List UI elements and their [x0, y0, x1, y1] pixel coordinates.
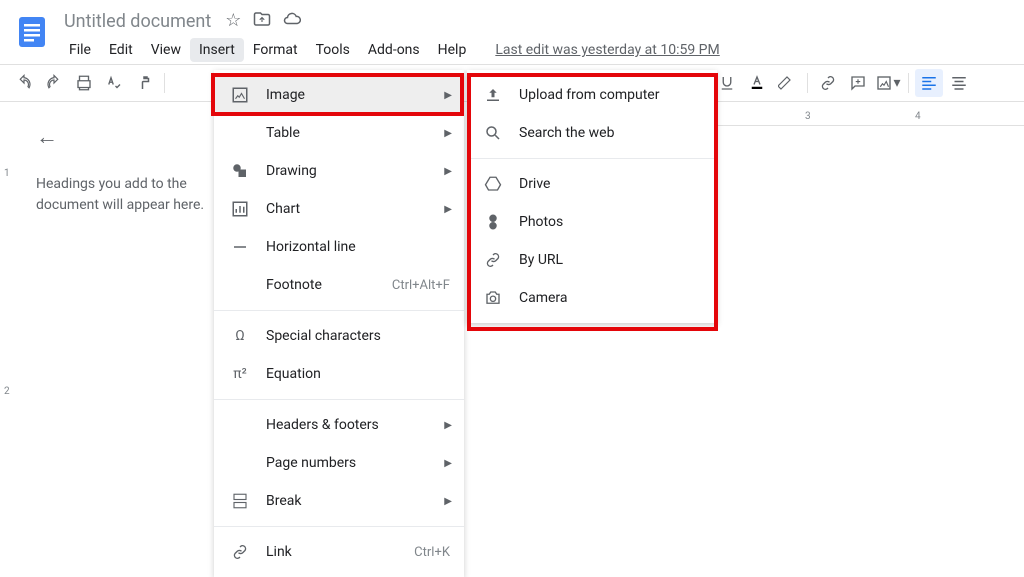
- label: Upload from computer: [519, 87, 659, 103]
- insert-headers-footers[interactable]: Headers & footers ▶: [214, 406, 464, 444]
- insert-drawing[interactable]: Drawing ▶: [214, 152, 464, 190]
- blank-icon: [230, 453, 250, 473]
- underline-icon[interactable]: [713, 69, 741, 97]
- print-icon[interactable]: [70, 69, 98, 97]
- drive-icon: [483, 174, 503, 194]
- chevron-right-icon: ▶: [444, 166, 452, 177]
- menubar: File Edit View Insert Format Tools Add-o…: [60, 36, 1016, 64]
- insert-equation[interactable]: π² Equation: [214, 355, 464, 393]
- text-color-icon[interactable]: [743, 69, 771, 97]
- pi-icon: π²: [230, 364, 250, 384]
- label: Chart: [266, 201, 300, 217]
- omega-icon: Ω: [230, 326, 250, 346]
- horizontal-ruler: 3 4: [715, 110, 1024, 126]
- label: Horizontal line: [266, 239, 356, 255]
- chevron-right-icon: ▶: [444, 90, 452, 101]
- insert-page-numbers[interactable]: Page numbers ▶: [214, 444, 464, 482]
- image-camera[interactable]: Camera: [467, 279, 717, 317]
- upload-icon: [483, 85, 503, 105]
- label: Equation: [266, 366, 321, 382]
- insert-link[interactable]: Link Ctrl+K: [214, 533, 464, 571]
- label: Photos: [519, 214, 563, 230]
- insert-table[interactable]: Table ▶: [214, 114, 464, 152]
- menu-help[interactable]: Help: [429, 38, 476, 62]
- drawing-icon: [230, 161, 250, 181]
- shortcut: Ctrl+K: [414, 545, 450, 560]
- last-edit-link[interactable]: Last edit was yesterday at 10:59 PM: [495, 42, 719, 58]
- menu-addons[interactable]: Add-ons: [359, 38, 429, 62]
- highlight-icon[interactable]: [773, 69, 801, 97]
- label: Break: [266, 493, 301, 509]
- chevron-right-icon: ▶: [444, 458, 452, 469]
- insert-chart[interactable]: Chart ▶: [214, 190, 464, 228]
- link-icon: [230, 542, 250, 562]
- image-by-url[interactable]: By URL: [467, 241, 717, 279]
- add-comment-icon[interactable]: [844, 69, 872, 97]
- image-upload[interactable]: Upload from computer: [467, 76, 717, 114]
- chevron-right-icon: ▶: [444, 496, 452, 507]
- outline-hint: Headings you add to the document will ap…: [36, 174, 214, 216]
- label: Footnote: [266, 277, 322, 293]
- break-icon: [230, 491, 250, 511]
- move-icon[interactable]: [253, 10, 271, 33]
- image-icon: [230, 85, 250, 105]
- chart-icon: [230, 199, 250, 219]
- label: Search the web: [519, 125, 614, 141]
- label: Page numbers: [266, 455, 356, 471]
- link-icon: [483, 250, 503, 270]
- undo-icon[interactable]: [10, 69, 38, 97]
- vertical-ruler: 1 2: [0, 126, 18, 575]
- image-drive[interactable]: Drive: [467, 165, 717, 203]
- menu-insert[interactable]: Insert: [190, 38, 244, 62]
- insert-footnote[interactable]: Footnote Ctrl+Alt+F: [214, 266, 464, 304]
- shortcut: Ctrl+Alt+F: [392, 278, 450, 293]
- image-photos[interactable]: Photos: [467, 203, 717, 241]
- label: Headers & footers: [266, 417, 379, 433]
- label: Drive: [519, 176, 550, 192]
- insert-link-icon[interactable]: [814, 69, 842, 97]
- chevron-right-icon: ▶: [444, 204, 452, 215]
- chevron-right-icon: ▶: [444, 420, 452, 431]
- insert-break[interactable]: Break ▶: [214, 482, 464, 520]
- align-center-icon[interactable]: [945, 69, 973, 97]
- insert-image[interactable]: Image ▶: [214, 76, 464, 114]
- menu-view[interactable]: View: [142, 38, 190, 62]
- cloud-status-icon[interactable]: [283, 10, 301, 33]
- blank-icon: [230, 415, 250, 435]
- label: Table: [266, 125, 300, 141]
- spellcheck-icon[interactable]: [100, 69, 128, 97]
- insert-horizontal-line[interactable]: Horizontal line: [214, 228, 464, 266]
- docs-logo[interactable]: [12, 12, 52, 52]
- photos-icon: [483, 212, 503, 232]
- insert-image-icon[interactable]: ▾: [874, 69, 902, 97]
- search-icon: [483, 123, 503, 143]
- menu-format[interactable]: Format: [244, 38, 307, 62]
- chevron-right-icon: ▶: [444, 128, 452, 139]
- align-left-icon[interactable]: [915, 69, 943, 97]
- insert-dropdown: Image ▶ Table ▶ Drawing ▶ Chart ▶ Horizo…: [214, 70, 464, 577]
- outline-back-icon[interactable]: ←: [36, 124, 214, 150]
- document-title[interactable]: Untitled document: [60, 11, 215, 32]
- image-search-web[interactable]: Search the web: [467, 114, 717, 152]
- label: Special characters: [266, 328, 381, 344]
- menu-file[interactable]: File: [60, 38, 100, 62]
- label: Drawing: [266, 163, 317, 179]
- label: Image: [266, 87, 305, 103]
- menu-edit[interactable]: Edit: [100, 38, 142, 62]
- label: Camera: [519, 290, 568, 306]
- label: By URL: [519, 252, 563, 268]
- insert-special-characters[interactable]: Ω Special characters: [214, 317, 464, 355]
- star-icon[interactable]: ☆: [225, 10, 241, 33]
- label: Link: [266, 544, 292, 560]
- menu-tools[interactable]: Tools: [307, 38, 359, 62]
- image-submenu: Upload from computer Search the web Driv…: [467, 70, 717, 323]
- blank-icon: [230, 275, 250, 295]
- paint-format-icon[interactable]: [130, 69, 158, 97]
- horizontal-line-icon: [230, 237, 250, 257]
- redo-icon[interactable]: [40, 69, 68, 97]
- camera-icon: [483, 288, 503, 308]
- blank-icon: [230, 123, 250, 143]
